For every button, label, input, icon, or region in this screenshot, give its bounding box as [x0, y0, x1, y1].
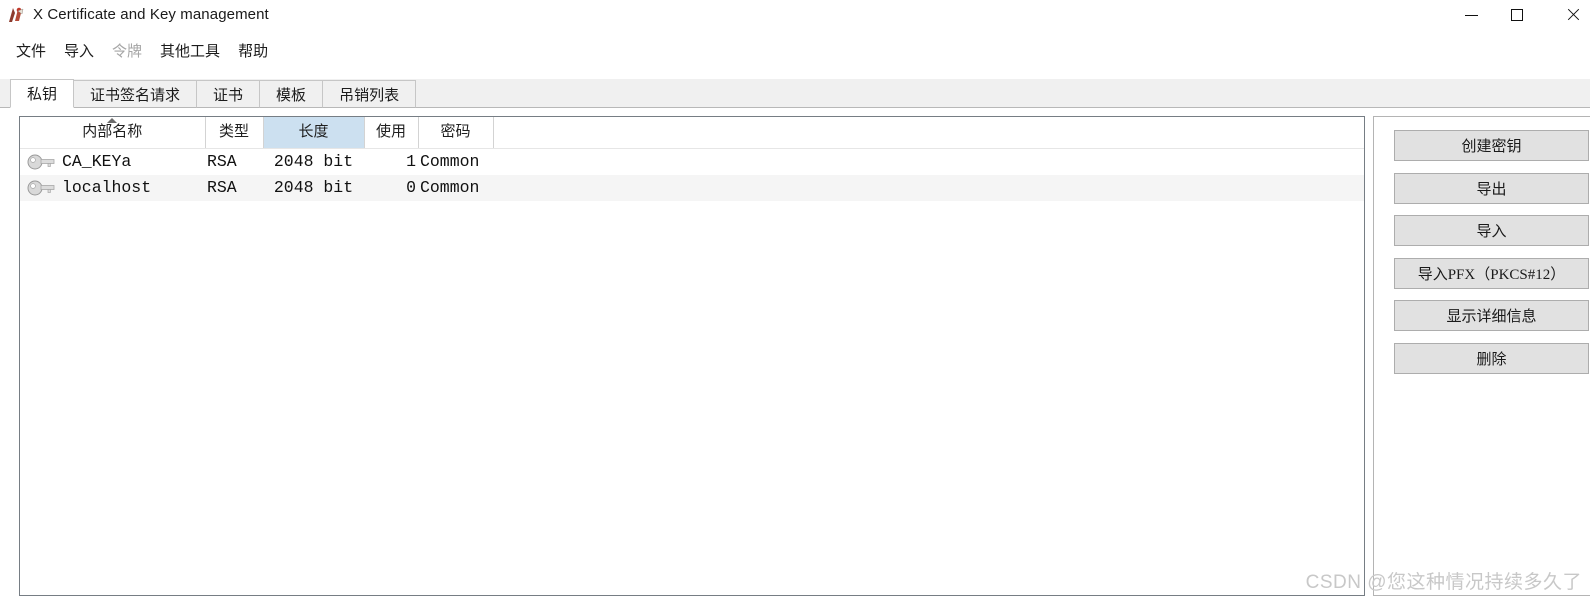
tab-certificates[interactable]: 证书	[196, 80, 261, 108]
show-details-button[interactable]: 显示详细信息	[1394, 300, 1589, 331]
menu-item-file[interactable]: 文件	[7, 40, 55, 64]
key-name-label: CA_KEYa	[62, 151, 132, 171]
private-keys-table: 内部名称 类型 长度 使用 密码 CA_KEYa RSA 2048 bit 1 …	[20, 117, 1364, 201]
action-button-panel: 创建密钥 导出 导入 导入PFX（PKCS#12） 显示详细信息 删除	[1373, 116, 1590, 596]
tab-private-keys[interactable]: 私钥	[10, 79, 75, 108]
key-icon	[27, 154, 55, 169]
import-button[interactable]: 导入	[1394, 215, 1589, 246]
sort-ascending-icon	[107, 118, 118, 123]
content-area: 内部名称 类型 长度 使用 密码 CA_KEYa RSA 2048 bit 1 …	[0, 108, 1590, 601]
cell-password: Common	[418, 174, 493, 201]
cell-internal-name: CA_KEYa	[20, 148, 205, 175]
private-keys-list-panel[interactable]: 内部名称 类型 长度 使用 密码 CA_KEYa RSA 2048 bit 1 …	[19, 116, 1365, 596]
column-header-label: 长度	[298, 123, 329, 141]
title-bar: X Certificate and Key management	[0, 0, 1590, 30]
cell-type: RSA	[205, 174, 263, 201]
table-body: CA_KEYa RSA 2048 bit 1 Common localhost …	[20, 148, 1364, 201]
column-header-filler	[493, 117, 1364, 149]
maximize-button[interactable]	[1494, 0, 1540, 30]
column-header-label: 类型	[218, 123, 249, 141]
app-window: X Certificate and Key management 文件 导入 令…	[0, 0, 1590, 601]
menu-item-token[interactable]: 令牌	[103, 40, 151, 64]
window-controls	[1448, 0, 1590, 30]
cell-filler	[493, 148, 1364, 175]
menu-item-extra-tools[interactable]: 其他工具	[151, 40, 229, 64]
column-header-usage[interactable]: 使用	[364, 117, 419, 149]
import-pfx-button[interactable]: 导入PFX（PKCS#12）	[1394, 258, 1589, 289]
cell-length: 2048 bit	[263, 174, 364, 201]
minimize-icon	[1464, 14, 1478, 16]
table-row[interactable]: localhost RSA 2048 bit 0 Common	[20, 174, 1364, 201]
menu-item-import[interactable]: 导入	[55, 40, 103, 64]
column-header-password[interactable]: 密码	[418, 117, 494, 149]
minimize-button[interactable]	[1448, 0, 1494, 30]
maximize-icon	[1511, 9, 1523, 21]
column-header-label: 使用	[375, 123, 406, 141]
create-key-button[interactable]: 创建密钥	[1394, 130, 1589, 161]
column-header-type[interactable]: 类型	[205, 117, 264, 149]
export-button[interactable]: 导出	[1394, 173, 1589, 204]
cell-filler	[493, 174, 1364, 201]
column-header-label: 密码	[440, 123, 471, 141]
cell-usage: 0	[364, 174, 418, 201]
tab-certificate-signing-requests[interactable]: 证书签名请求	[73, 80, 198, 108]
cell-internal-name: localhost	[20, 174, 205, 201]
column-header-length[interactable]: 长度	[263, 117, 365, 149]
tab-templates[interactable]: 模板	[259, 80, 324, 108]
menu-bar: 文件 导入 令牌 其他工具 帮助	[0, 36, 1590, 67]
cell-usage: 1	[406, 151, 416, 171]
close-icon	[1566, 8, 1580, 22]
xca-app-icon	[6, 5, 26, 25]
table-row[interactable]: CA_KEYa RSA 2048 bit 1 Common	[20, 148, 1364, 175]
close-button[interactable]	[1540, 0, 1590, 30]
window-title: X Certificate and Key management	[33, 6, 269, 23]
cell-password: Common	[420, 151, 480, 171]
table-header-row: 内部名称 类型 长度 使用 密码	[20, 117, 1364, 149]
cell-length: 2048 bit	[273, 151, 354, 171]
column-header-internal-name[interactable]: 内部名称	[20, 117, 206, 149]
delete-button[interactable]: 删除	[1394, 343, 1589, 374]
key-name-label: localhost	[62, 177, 152, 197]
tab-bar: 私钥 证书签名请求 证书 模板 吊销列表	[0, 79, 1590, 108]
cell-type: RSA	[207, 151, 237, 171]
key-icon	[27, 180, 55, 195]
tab-revocation-lists[interactable]: 吊销列表	[322, 80, 417, 108]
menu-item-help[interactable]: 帮助	[229, 40, 277, 64]
